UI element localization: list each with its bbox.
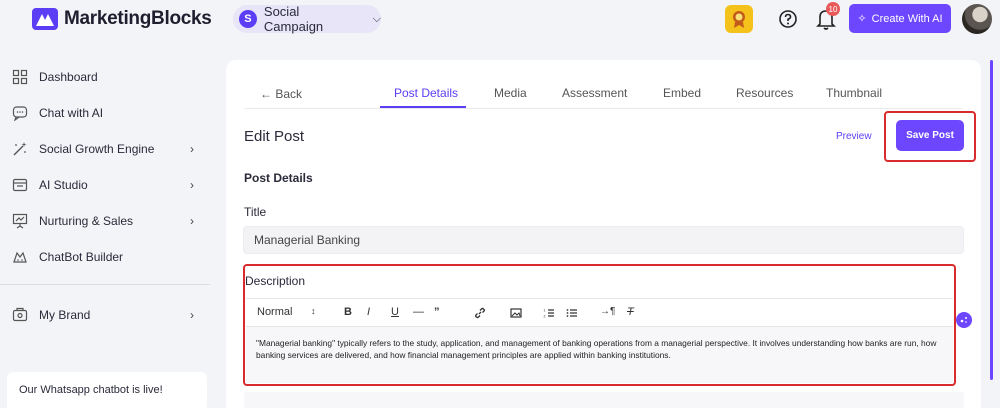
- sidebar-item-chat-with-ai[interactable]: Chat with AI: [12, 101, 202, 125]
- campaign-selector[interactable]: S Social Campaign ⌵: [233, 4, 381, 34]
- studio-icon: [12, 178, 28, 192]
- sidebar-item-label: Chat with AI: [39, 106, 104, 120]
- description-highlight-box: [243, 264, 956, 386]
- sidebar-item-label: Nurturing & Sales: [39, 214, 134, 228]
- title-input[interactable]: Managerial Banking: [243, 226, 964, 254]
- tab-thumbnail[interactable]: Thumbnail: [826, 86, 882, 100]
- tab-post-details[interactable]: Post Details: [394, 86, 458, 100]
- tab-media[interactable]: Media: [494, 86, 527, 100]
- editor-footer-area: [244, 392, 964, 408]
- sidebar-item-label: ChatBot Builder: [39, 250, 124, 264]
- top-bar: MarketingBlocks S Social Campaign ⌵ 10 ✧…: [0, 0, 1000, 40]
- logo-icon: [32, 8, 58, 30]
- tabs-divider: [244, 108, 962, 109]
- tab-assessment[interactable]: Assessment: [562, 86, 627, 100]
- tab-resources[interactable]: Resources: [736, 86, 793, 100]
- scrollbar[interactable]: [990, 60, 993, 380]
- presentation-icon: [12, 213, 28, 229]
- help-icon[interactable]: [778, 9, 798, 29]
- sidebar-item-ai-studio[interactable]: AI Studio ›: [12, 173, 202, 197]
- chevron-down-icon: ⌵: [372, 12, 381, 25]
- title-input-value: Managerial Banking: [254, 233, 361, 247]
- sidebar-item-label: Dashboard: [39, 70, 98, 84]
- sidebar-item-label: AI Studio: [39, 178, 88, 192]
- chevron-right-icon: ›: [190, 308, 194, 322]
- chat-widget-button[interactable]: [956, 312, 972, 328]
- brand-name: MarketingBlocks: [64, 8, 212, 29]
- award-badge-icon[interactable]: [725, 5, 753, 33]
- sidebar-item-social-growth-engine[interactable]: Social Growth Engine ›: [12, 137, 202, 161]
- campaign-initial: S: [239, 10, 257, 28]
- title-label: Title: [244, 205, 267, 219]
- sidebar-item-dashboard[interactable]: Dashboard: [12, 65, 202, 89]
- sidebar-item-my-brand[interactable]: My Brand ›: [12, 303, 202, 327]
- sidebar-item-nurturing-sales[interactable]: Nurturing & Sales ›: [12, 209, 202, 233]
- sidebar-item-label: My Brand: [39, 308, 91, 322]
- back-link[interactable]: ← Back: [260, 87, 302, 101]
- campaign-label: Social Campaign: [263, 4, 324, 34]
- chevron-right-icon: ›: [190, 178, 194, 192]
- sidebar-divider: [0, 284, 210, 285]
- page-title: Edit Post: [244, 128, 305, 145]
- save-highlight-box: [884, 111, 976, 162]
- chat-icon: [12, 106, 28, 121]
- bot-icon: [13, 251, 27, 263]
- dashboard-icon: [12, 69, 28, 85]
- preview-link[interactable]: Preview: [836, 131, 872, 142]
- chevron-right-icon: ›: [190, 214, 194, 228]
- sparkle-icon: [960, 317, 967, 323]
- sidebar-item-chatbot-builder[interactable]: ChatBot Builder: [12, 245, 202, 269]
- magic-wand-icon: [13, 142, 27, 156]
- section-title: Post Details: [244, 171, 313, 185]
- user-avatar[interactable]: [962, 4, 992, 34]
- active-tab-indicator: [380, 106, 466, 108]
- brand-logo[interactable]: MarketingBlocks: [32, 8, 212, 30]
- notification-count-badge: 10: [826, 2, 840, 16]
- create-with-ai-label: Create With AI: [871, 12, 943, 25]
- magic-wand-icon: ✧: [857, 13, 867, 25]
- chevron-right-icon: ›: [190, 142, 194, 156]
- brand-icon: [12, 307, 28, 322]
- create-with-ai-button[interactable]: ✧ Create With AI: [849, 4, 951, 33]
- sidebar-item-label: Social Growth Engine: [39, 142, 155, 156]
- tab-embed[interactable]: Embed: [663, 86, 701, 100]
- whatsapp-promo-banner[interactable]: Our Whatsapp chatbot is live!: [7, 372, 207, 408]
